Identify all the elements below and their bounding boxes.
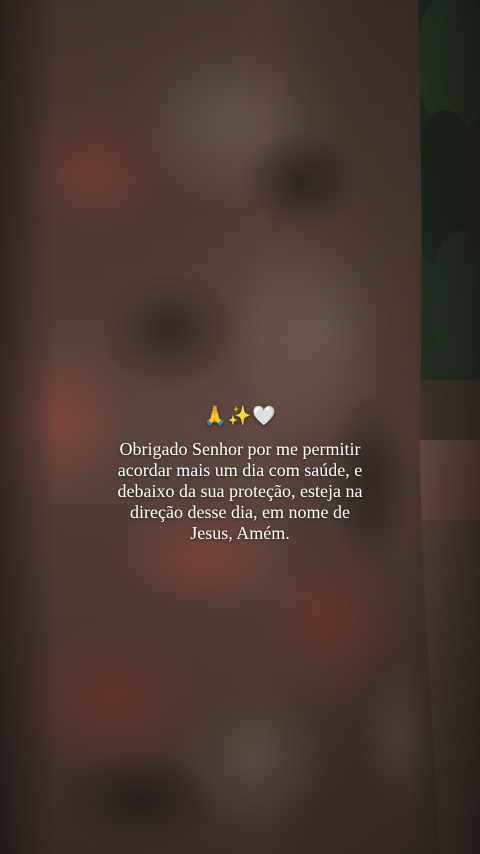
emoji-line: 🙏✨🤍 xyxy=(203,405,277,427)
prayer-text: Obrigado Senhor por me permitir acordar … xyxy=(117,439,363,543)
story-frame: 🙏✨🤍 Obrigado Senhor por me permitir acor… xyxy=(0,0,480,854)
story-caption: 🙏✨🤍 Obrigado Senhor por me permitir acor… xyxy=(90,402,390,544)
